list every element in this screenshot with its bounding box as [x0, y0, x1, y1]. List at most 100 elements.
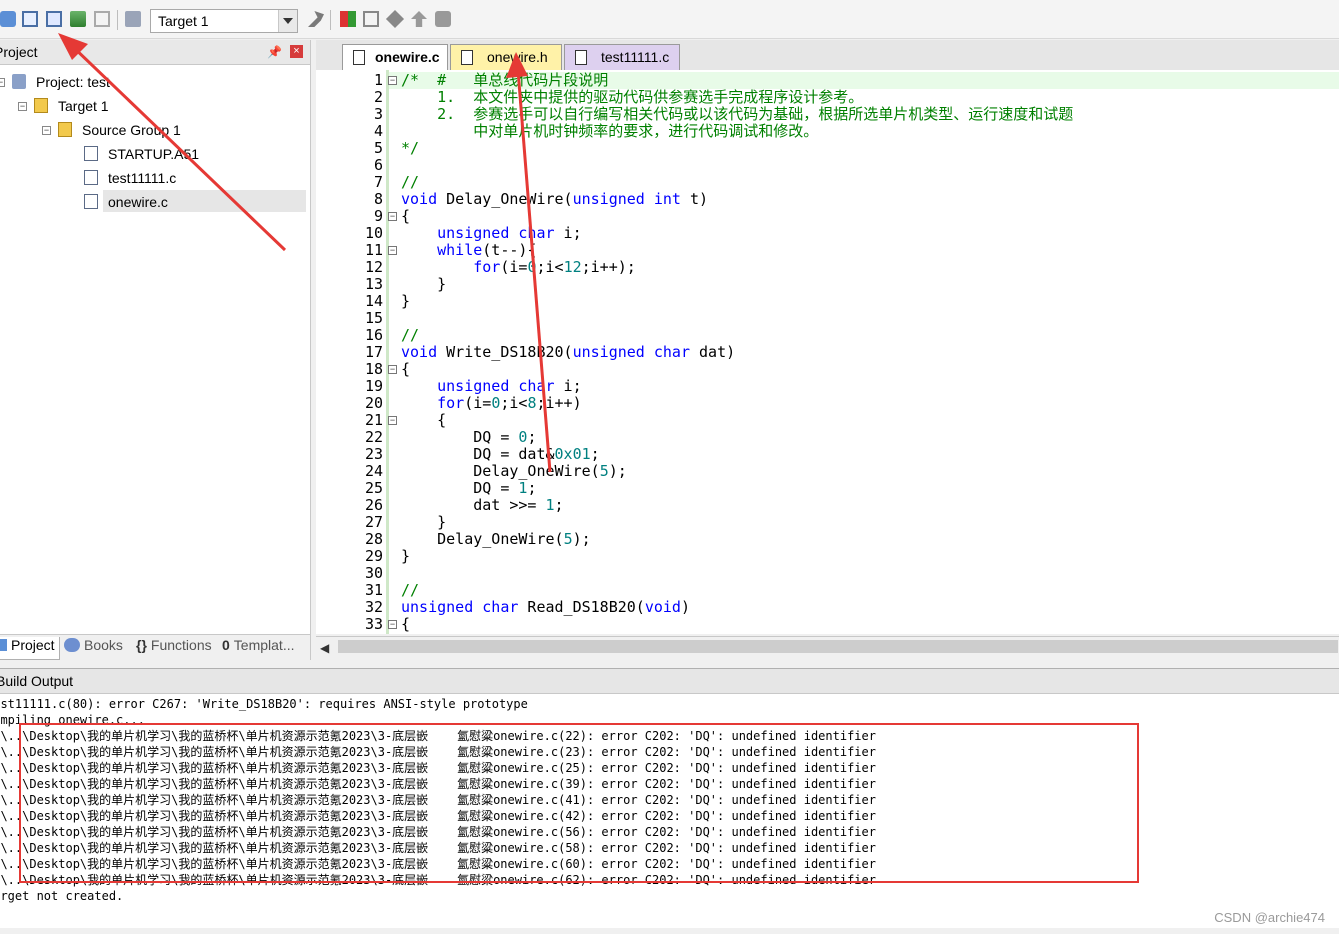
line-number: 26 [364, 496, 383, 514]
close-icon[interactable]: × [290, 45, 303, 58]
build-output-line: test11111.c(80): error C267: 'Write_DS18… [0, 697, 528, 711]
functions-icon: {} [136, 637, 147, 653]
tree-project-root[interactable]: Project: test [12, 74, 110, 96]
code-line: } [401, 513, 447, 531]
fold-toggle-icon[interactable]: − [388, 246, 397, 255]
error-highlight-box [19, 723, 1139, 883]
line-number: 16 [364, 326, 383, 344]
project-panel-tabs: Project Books {} Functions 0 Templat... [0, 634, 310, 661]
tree-label: Target 1 [58, 98, 109, 114]
editor-tabs: onewire.c onewire.h test11111.c [316, 40, 1339, 71]
tree-target-1[interactable]: Target 1 [34, 98, 109, 120]
select-packs-icon[interactable] [363, 11, 379, 27]
line-number: 9 [373, 207, 383, 225]
expander-icon[interactable]: − [18, 102, 27, 111]
line-number: 23 [364, 445, 383, 463]
line-number: 18 [364, 360, 383, 378]
target-select[interactable]: Target 1 [150, 9, 298, 33]
line-number: 19 [364, 377, 383, 395]
line-number: 33 [364, 615, 383, 633]
code-line: for(i=0;i<12;i++); [473, 258, 636, 276]
line-number: 25 [364, 479, 383, 497]
change-bar [386, 70, 389, 634]
tab-books[interactable]: Books [64, 637, 130, 659]
line-number: 29 [364, 547, 383, 565]
code-line: { [401, 207, 411, 225]
build-output-header: Build Output [0, 668, 1339, 694]
tree-file-test11111[interactable]: test11111.c [84, 170, 176, 192]
tab-templates[interactable]: 0 Templat... [222, 637, 308, 659]
code-line: Delay_OneWire(5); [401, 462, 627, 480]
project-tab-icon [0, 639, 7, 651]
rebuild-icon[interactable] [46, 11, 62, 27]
code-editor[interactable]: 1 2 3 4 5 6 7 8 9 10 11 12 13 14 15 16 17 18 19 20 21 22 23 24 2… [316, 70, 1339, 634]
line-number: 7 [373, 173, 383, 191]
fold-toggle-icon[interactable]: − [388, 212, 397, 221]
tab-label: Books [84, 637, 123, 653]
tree-label: test11111.c [108, 170, 177, 186]
scroll-left-icon[interactable]: ◀ [320, 641, 329, 655]
chevron-down-icon[interactable] [278, 10, 297, 32]
fold-toggle-icon[interactable]: − [388, 620, 397, 629]
build-output-title: Build Output [0, 673, 74, 689]
horizontal-scrollbar[interactable]: ◀ [316, 636, 1339, 657]
manage-components-icon[interactable] [340, 11, 356, 27]
line-number: 14 [364, 292, 383, 310]
tab-label: Functions [150, 637, 212, 653]
fold-toggle-icon[interactable]: − [388, 76, 397, 85]
scroll-thumb[interactable] [338, 640, 1338, 653]
file-icon [84, 194, 98, 209]
tab-test11111-c[interactable]: test11111.c [564, 44, 680, 70]
code-line: { [401, 615, 411, 633]
expander-icon[interactable]: − [42, 126, 51, 135]
build-output-line: Target not created. [0, 889, 124, 903]
tab-label: Templat... [233, 637, 295, 653]
tree-source-group-1[interactable]: Source Group 1 [58, 122, 181, 144]
code-line: // [401, 326, 420, 344]
code-line: 中对单片机时钟频率的要求，进行代码调试和修改。 [401, 122, 819, 140]
line-number: 4 [373, 122, 383, 140]
stop-build-icon[interactable] [94, 11, 110, 27]
line-number: 12 [364, 258, 383, 276]
line-number: 2 [373, 88, 383, 106]
line-number: 28 [364, 530, 383, 548]
code-line: void Delay_OneWire(unsigned int t) [401, 190, 709, 208]
line-number: 24 [364, 462, 383, 480]
code-line: void Write_DS18B20(unsigned char dat) [401, 343, 736, 361]
manage-env-icon[interactable] [411, 11, 427, 27]
tab-functions[interactable]: {} Functions [136, 637, 216, 659]
tab-project[interactable]: Project [0, 637, 60, 660]
fold-toggle-icon[interactable]: − [388, 365, 397, 374]
tab-onewire-h[interactable]: onewire.h [450, 44, 562, 70]
pack-installer-icon[interactable] [385, 9, 405, 29]
line-number: 21 [364, 411, 383, 429]
tab-label: test11111.c [601, 49, 670, 65]
line-number: 17 [364, 343, 383, 361]
code-line: 1. 本文件夹中提供的驱动代码供参赛选手完成程序设计参考。 [401, 88, 864, 106]
build-icon[interactable] [22, 11, 38, 27]
batch-build-icon[interactable] [70, 11, 86, 27]
extra-icon[interactable] [435, 11, 451, 27]
code-line: } [401, 292, 411, 310]
target-icon [34, 98, 48, 113]
tree-file-startup[interactable]: STARTUP.A51 [84, 146, 199, 168]
line-number: 3 [373, 105, 383, 123]
expander-icon[interactable]: − [0, 78, 5, 87]
project-panel-header: Project 📌 × [0, 40, 310, 65]
fold-toggle-icon[interactable]: − [388, 416, 397, 425]
tree-file-onewire[interactable]: onewire.c [84, 194, 168, 216]
pin-icon[interactable]: 📌 [267, 45, 282, 59]
code-line: DQ = 0; [401, 428, 537, 446]
project-icon [12, 74, 26, 89]
line-number: 1 [373, 71, 383, 89]
options-icon[interactable] [308, 11, 324, 27]
code-line: /* # 单总线代码片段说明 [401, 71, 609, 89]
line-number: 20 [364, 394, 383, 412]
code-line: */ [401, 139, 420, 157]
download-icon[interactable] [125, 11, 141, 27]
line-number: 27 [364, 513, 383, 531]
code-line: Delay_OneWire(5); [401, 530, 591, 548]
code-line: unsigned char i; [437, 377, 582, 395]
tab-onewire-c[interactable]: onewire.c [342, 44, 448, 70]
translate-icon[interactable] [0, 11, 16, 27]
